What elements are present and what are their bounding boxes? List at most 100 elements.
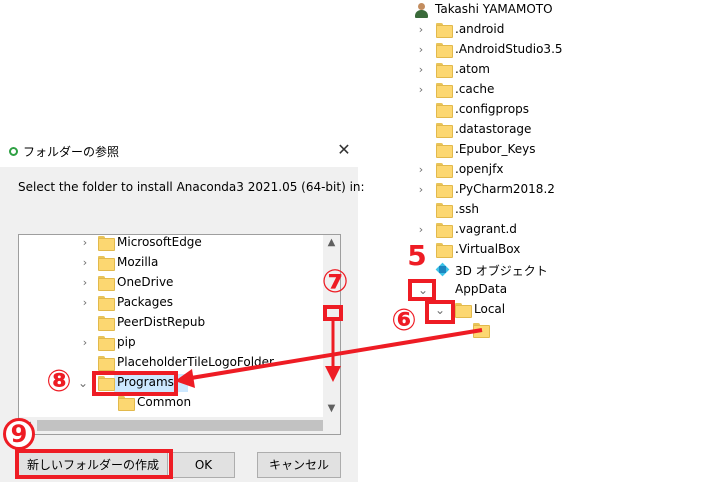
- list-item-label: Packages: [117, 295, 173, 309]
- list-item-packages[interactable]: › Packages: [19, 293, 319, 313]
- list-item-microsoftedge[interactable]: › MicrosoftEdge: [19, 235, 319, 253]
- cancel-button[interactable]: キャンセル: [257, 452, 341, 478]
- chevron-right-icon[interactable]: ›: [415, 24, 427, 36]
- folder-icon: [98, 236, 115, 251]
- close-icon[interactable]: ✕: [334, 140, 354, 160]
- tree-item-android[interactable]: › .android: [405, 20, 705, 40]
- tree-item-appdata[interactable]: ⌄ AppData: [405, 280, 705, 300]
- folder-icon: [436, 243, 453, 258]
- folder-icon: [455, 303, 472, 318]
- tree-item-vagrant[interactable]: › .vagrant.d: [405, 220, 705, 240]
- horizontal-scroll-thumb[interactable]: [37, 420, 323, 431]
- chevron-right-icon[interactable]: ›: [415, 224, 427, 236]
- scrollbar-corner: [323, 417, 340, 434]
- chevron-right-icon[interactable]: ›: [79, 297, 91, 309]
- chevron-right-icon[interactable]: ›: [79, 257, 91, 269]
- step-number-9: 9: [3, 418, 35, 450]
- list-item-label: PeerDistRepub: [117, 315, 206, 329]
- tree-item-label: .cache: [455, 82, 495, 96]
- chevron-down-icon[interactable]: ⌄: [77, 377, 89, 389]
- tree-item-label: .VirtualBox: [455, 242, 521, 256]
- folder-icon: [436, 63, 453, 78]
- tree-item-label: .vagrant.d: [455, 222, 517, 236]
- chevron-right-icon[interactable]: ›: [415, 184, 427, 196]
- list-item-label: Common: [137, 395, 192, 409]
- tree-item-openjfx[interactable]: › .openjfx: [405, 160, 705, 180]
- tree-item-user[interactable]: Takashi YAMAMOTO: [405, 0, 705, 20]
- folder-icon: [436, 203, 453, 218]
- folder-icon: [473, 323, 490, 338]
- tree-item-epubor-keys[interactable]: .Epubor_Keys: [405, 140, 705, 160]
- tree-item-label: .ssh: [455, 202, 479, 216]
- highlight-box-7: [323, 305, 343, 321]
- chevron-right-icon[interactable]: ›: [415, 164, 427, 176]
- tree-item-label: .Epubor_Keys: [455, 142, 536, 156]
- folder-icon: [436, 223, 453, 238]
- dialog-title: フォルダーの参照: [23, 145, 120, 159]
- folder-icon: [436, 143, 453, 158]
- tree-item-datastorage[interactable]: .datastorage: [405, 120, 705, 140]
- chevron-right-icon[interactable]: ›: [79, 277, 91, 289]
- folder-icon: [98, 336, 115, 351]
- chevron-right-icon[interactable]: ›: [415, 44, 427, 56]
- highlight-box-9: [15, 449, 173, 479]
- folder-tree-view[interactable]: › MicrosoftEdge › Mozilla › OneDrive › P…: [18, 234, 341, 435]
- tree-item-cache[interactable]: › .cache: [405, 80, 705, 100]
- list-item-mozilla[interactable]: › Mozilla: [19, 253, 319, 273]
- list-item-label: Mozilla: [117, 255, 159, 269]
- tree-item-label: Local: [474, 302, 506, 316]
- tree-item-pycharm[interactable]: › .PyCharm2018.2: [405, 180, 705, 200]
- folder-icon: [98, 276, 115, 291]
- scroll-down-icon[interactable]: ▼: [323, 401, 340, 417]
- folder-icon: [98, 356, 115, 371]
- user-icon: [415, 3, 428, 18]
- list-item-label: pip: [117, 335, 136, 349]
- loading-icon: [9, 147, 18, 156]
- scroll-up-icon[interactable]: ▲: [323, 235, 340, 251]
- list-item-pip[interactable]: › pip: [19, 333, 319, 353]
- tree-item-virtualbox[interactable]: .VirtualBox: [405, 240, 705, 260]
- tree-item-configprops[interactable]: .configprops: [405, 100, 705, 120]
- tree-item-label: .PyCharm2018.2: [455, 182, 555, 196]
- tree-item-label: AppData: [455, 282, 508, 296]
- tree-item-label: .datastorage: [455, 122, 532, 136]
- tree-item-3d-objects[interactable]: 3D オブジェクト: [405, 260, 705, 280]
- highlight-box-8: [92, 371, 178, 396]
- chevron-right-icon[interactable]: ›: [79, 337, 91, 349]
- tree-item-label: .AndroidStudio3.5: [455, 42, 563, 56]
- tree-item-ssh[interactable]: .ssh: [405, 200, 705, 220]
- tree-item-partial: [470, 320, 510, 340]
- folder-icon: [436, 83, 453, 98]
- tree-item-label: 3D オブジェクト: [455, 264, 548, 278]
- folder-icon: [436, 43, 453, 58]
- step-number-7: ⑦: [321, 262, 349, 300]
- chevron-right-icon[interactable]: ›: [79, 237, 91, 249]
- step-number-6: ⑥: [391, 303, 417, 338]
- folder-icon: [98, 256, 115, 271]
- folder-icon: [436, 123, 453, 138]
- tree-item-androidstudio[interactable]: › .AndroidStudio3.5: [405, 40, 705, 60]
- horizontal-scrollbar[interactable]: ◀ ▶: [19, 417, 340, 434]
- tree-item-atom[interactable]: › .atom: [405, 60, 705, 80]
- tree-item-label: .atom: [455, 62, 490, 76]
- list-item-onedrive[interactable]: › OneDrive: [19, 273, 319, 293]
- folder-icon: [436, 183, 453, 198]
- folder-icon: [436, 163, 453, 178]
- list-item-label: OneDrive: [117, 275, 174, 289]
- folder-icon: [98, 316, 115, 331]
- step-number-8: ⑧: [46, 364, 72, 399]
- tree-item-label: Takashi YAMAMOTO: [435, 2, 553, 16]
- folder-icon: [118, 396, 135, 411]
- explorer-tree: Takashi YAMAMOTO › .android › .AndroidSt…: [405, 0, 709, 340]
- step-number-5: 5: [406, 238, 427, 273]
- cube-3d-icon: [435, 262, 450, 277]
- chevron-right-icon[interactable]: ›: [415, 64, 427, 76]
- tree-item-label: .android: [455, 22, 505, 36]
- folder-icon: [436, 103, 453, 118]
- chevron-right-icon[interactable]: ›: [415, 84, 427, 96]
- ok-button[interactable]: OK: [172, 452, 235, 478]
- dialog-prompt: Select the folder to install Anaconda3 2…: [18, 180, 365, 194]
- tree-item-label: .openjfx: [455, 162, 504, 176]
- list-item-peerdistrepub[interactable]: PeerDistRepub: [19, 313, 319, 333]
- folder-icon: [98, 296, 115, 311]
